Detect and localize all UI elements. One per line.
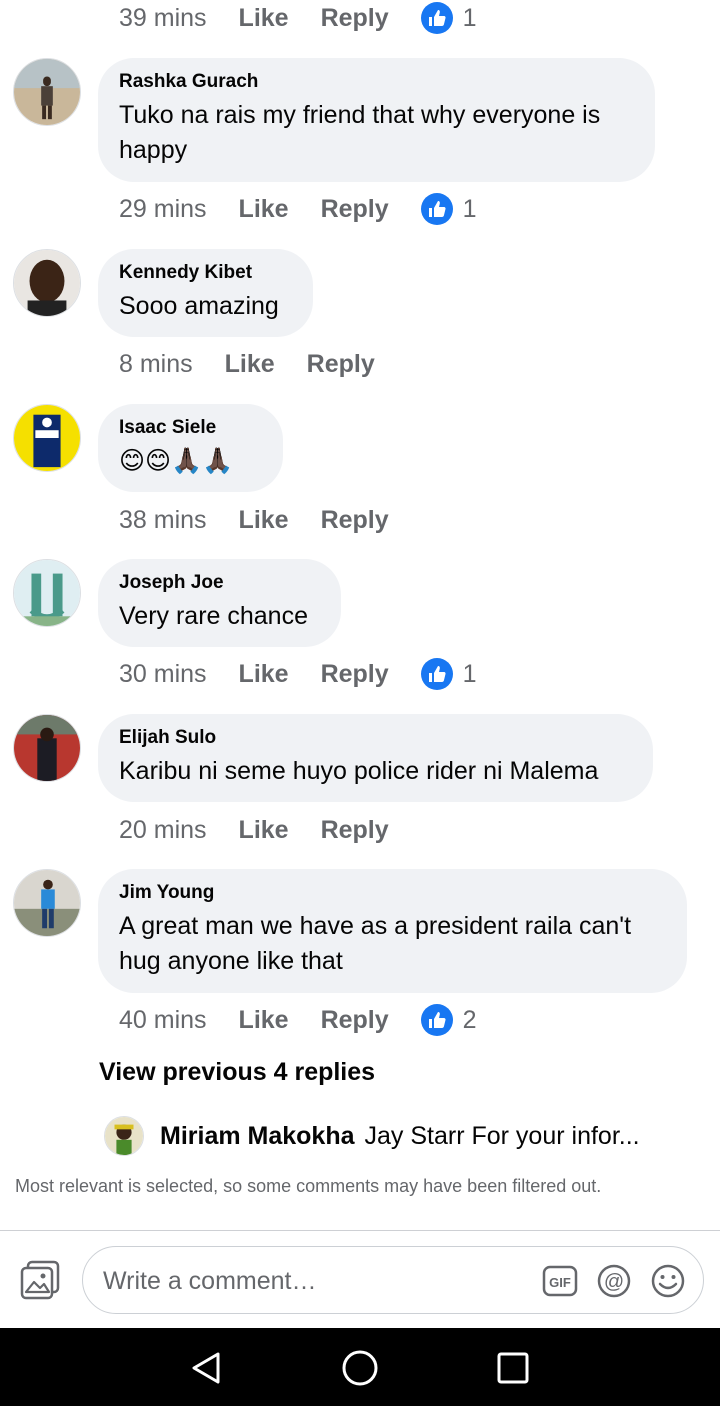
reply-link[interactable]: Reply: [321, 816, 389, 845]
recents-square-icon[interactable]: [493, 1348, 533, 1388]
reply-link[interactable]: Reply: [307, 350, 375, 379]
comment-meta-row: 29 mins Like Reply 1: [119, 189, 477, 229]
comment-text: A great man we have as a president raila…: [119, 912, 632, 940]
like-count: 1: [462, 659, 477, 688]
svg-text:@: @: [604, 1271, 624, 1293]
avatar[interactable]: [13, 869, 81, 937]
like-count: 2: [462, 1005, 477, 1034]
comment-bubble[interactable]: Jim Young A great man we have as a presi…: [98, 869, 687, 993]
reply-link[interactable]: Reply: [321, 506, 389, 535]
comment-text: Karibu ni seme huyo police rider ni Male…: [119, 757, 599, 785]
like-summary[interactable]: 1: [420, 193, 477, 225]
comment-time: 29 mins: [119, 194, 207, 223]
comment-text: Tuko na rais my friend that why everyone…: [119, 101, 601, 129]
avatar[interactable]: [13, 58, 81, 126]
like-summary[interactable]: 1: [420, 658, 477, 690]
avatar[interactable]: [13, 404, 81, 472]
comment-bubble[interactable]: Joseph Joe Very rare chance: [98, 559, 341, 647]
reply-preview[interactable]: Miriam Makokha Jay Starr For your infor.…: [104, 1115, 640, 1157]
comment-time: 20 mins: [119, 815, 207, 844]
comment-time: 8 mins: [119, 349, 193, 378]
svg-text:GIF: GIF: [549, 1275, 571, 1290]
comment-bubble[interactable]: Kennedy Kibet Sooo amazing: [98, 249, 313, 337]
thumbs-up-icon: [420, 1004, 453, 1036]
like-link[interactable]: Like: [239, 195, 289, 224]
reply-link[interactable]: Reply: [321, 1006, 389, 1035]
thumbs-up-icon: [420, 658, 453, 690]
comment-time: 38 mins: [119, 505, 207, 534]
commenter-name[interactable]: Rashka Gurach: [119, 70, 633, 94]
reply-preview-text: Jay Starr For your infor...: [364, 1121, 640, 1150]
avatar[interactable]: [13, 559, 81, 627]
commenter-name[interactable]: Elijah Sulo: [119, 726, 631, 750]
comment-time: 30 mins: [119, 659, 207, 688]
like-link[interactable]: Like: [239, 4, 289, 33]
like-count: 1: [462, 194, 477, 223]
comment-text: Sooo amazing: [119, 292, 279, 320]
commenter-name[interactable]: Kennedy Kibet: [119, 261, 291, 285]
comments-screen: 39 mins Like Reply 1 Rashka Gurach Tuko …: [0, 0, 720, 1406]
thumbs-up-icon: [420, 2, 453, 34]
reply-link[interactable]: Reply: [321, 195, 389, 224]
emoji-text: 😊😊🙏🏿🙏🏿: [119, 447, 234, 475]
commenter-name[interactable]: Isaac Siele: [119, 416, 261, 440]
commenter-name[interactable]: Joseph Joe: [119, 571, 319, 595]
comment-meta-row: 40 mins Like Reply 2: [119, 1000, 477, 1040]
comment-meta-row: 38 mins Like Reply: [119, 500, 421, 540]
comment-text: happy: [119, 136, 188, 164]
comment-bubble[interactable]: Isaac Siele 😊😊🙏🏿🙏🏿: [98, 404, 283, 492]
avatar[interactable]: [13, 714, 81, 782]
comment-meta-row: 39 mins Like Reply 1: [119, 0, 477, 38]
comment-text: Very rare chance: [119, 602, 308, 630]
divider: [0, 1230, 720, 1231]
comment-input[interactable]: [101, 1247, 525, 1315]
like-link[interactable]: Like: [239, 816, 289, 845]
commenter-name[interactable]: Jim Young: [119, 881, 665, 905]
comment-meta-row: 30 mins Like Reply 1: [119, 654, 477, 694]
reply-author-name[interactable]: Miriam Makokha: [160, 1122, 355, 1151]
back-triangle-icon[interactable]: [186, 1348, 226, 1388]
gif-icon[interactable]: GIF: [542, 1263, 578, 1299]
like-summary[interactable]: 1: [420, 2, 477, 34]
view-previous-replies-link[interactable]: View previous 4 replies: [99, 1058, 375, 1087]
comment-meta-row: 8 mins Like Reply: [119, 344, 407, 384]
comment-bubble[interactable]: Rashka Gurach Tuko na rais my friend tha…: [98, 58, 655, 182]
like-summary[interactable]: 2: [420, 1004, 477, 1036]
photo-gallery-icon[interactable]: [18, 1258, 62, 1302]
avatar[interactable]: [104, 1116, 144, 1156]
filter-note: Most relevant is selected, so some comme…: [15, 1176, 602, 1196]
at-sign-icon[interactable]: @: [596, 1263, 632, 1299]
comment-time: 40 mins: [119, 1005, 207, 1034]
comment-meta-row: 20 mins Like Reply: [119, 810, 421, 850]
like-link[interactable]: Like: [239, 1006, 289, 1035]
comment-text: hug anyone like that: [119, 947, 343, 975]
like-link[interactable]: Like: [239, 660, 289, 689]
reply-link[interactable]: Reply: [321, 4, 389, 33]
like-link[interactable]: Like: [225, 350, 275, 379]
system-nav-bar: [0, 1328, 720, 1406]
thumbs-up-icon: [420, 193, 453, 225]
comment-bubble[interactable]: Elijah Sulo Karibu ni seme huyo police r…: [98, 714, 653, 802]
avatar[interactable]: [13, 249, 81, 317]
like-link[interactable]: Like: [239, 506, 289, 535]
home-circle-icon[interactable]: [340, 1348, 380, 1388]
reply-link[interactable]: Reply: [321, 660, 389, 689]
like-count: 1: [462, 3, 477, 32]
smiley-icon[interactable]: [650, 1263, 686, 1299]
comment-composer[interactable]: GIF @: [82, 1246, 704, 1315]
comment-time: 39 mins: [119, 3, 207, 32]
